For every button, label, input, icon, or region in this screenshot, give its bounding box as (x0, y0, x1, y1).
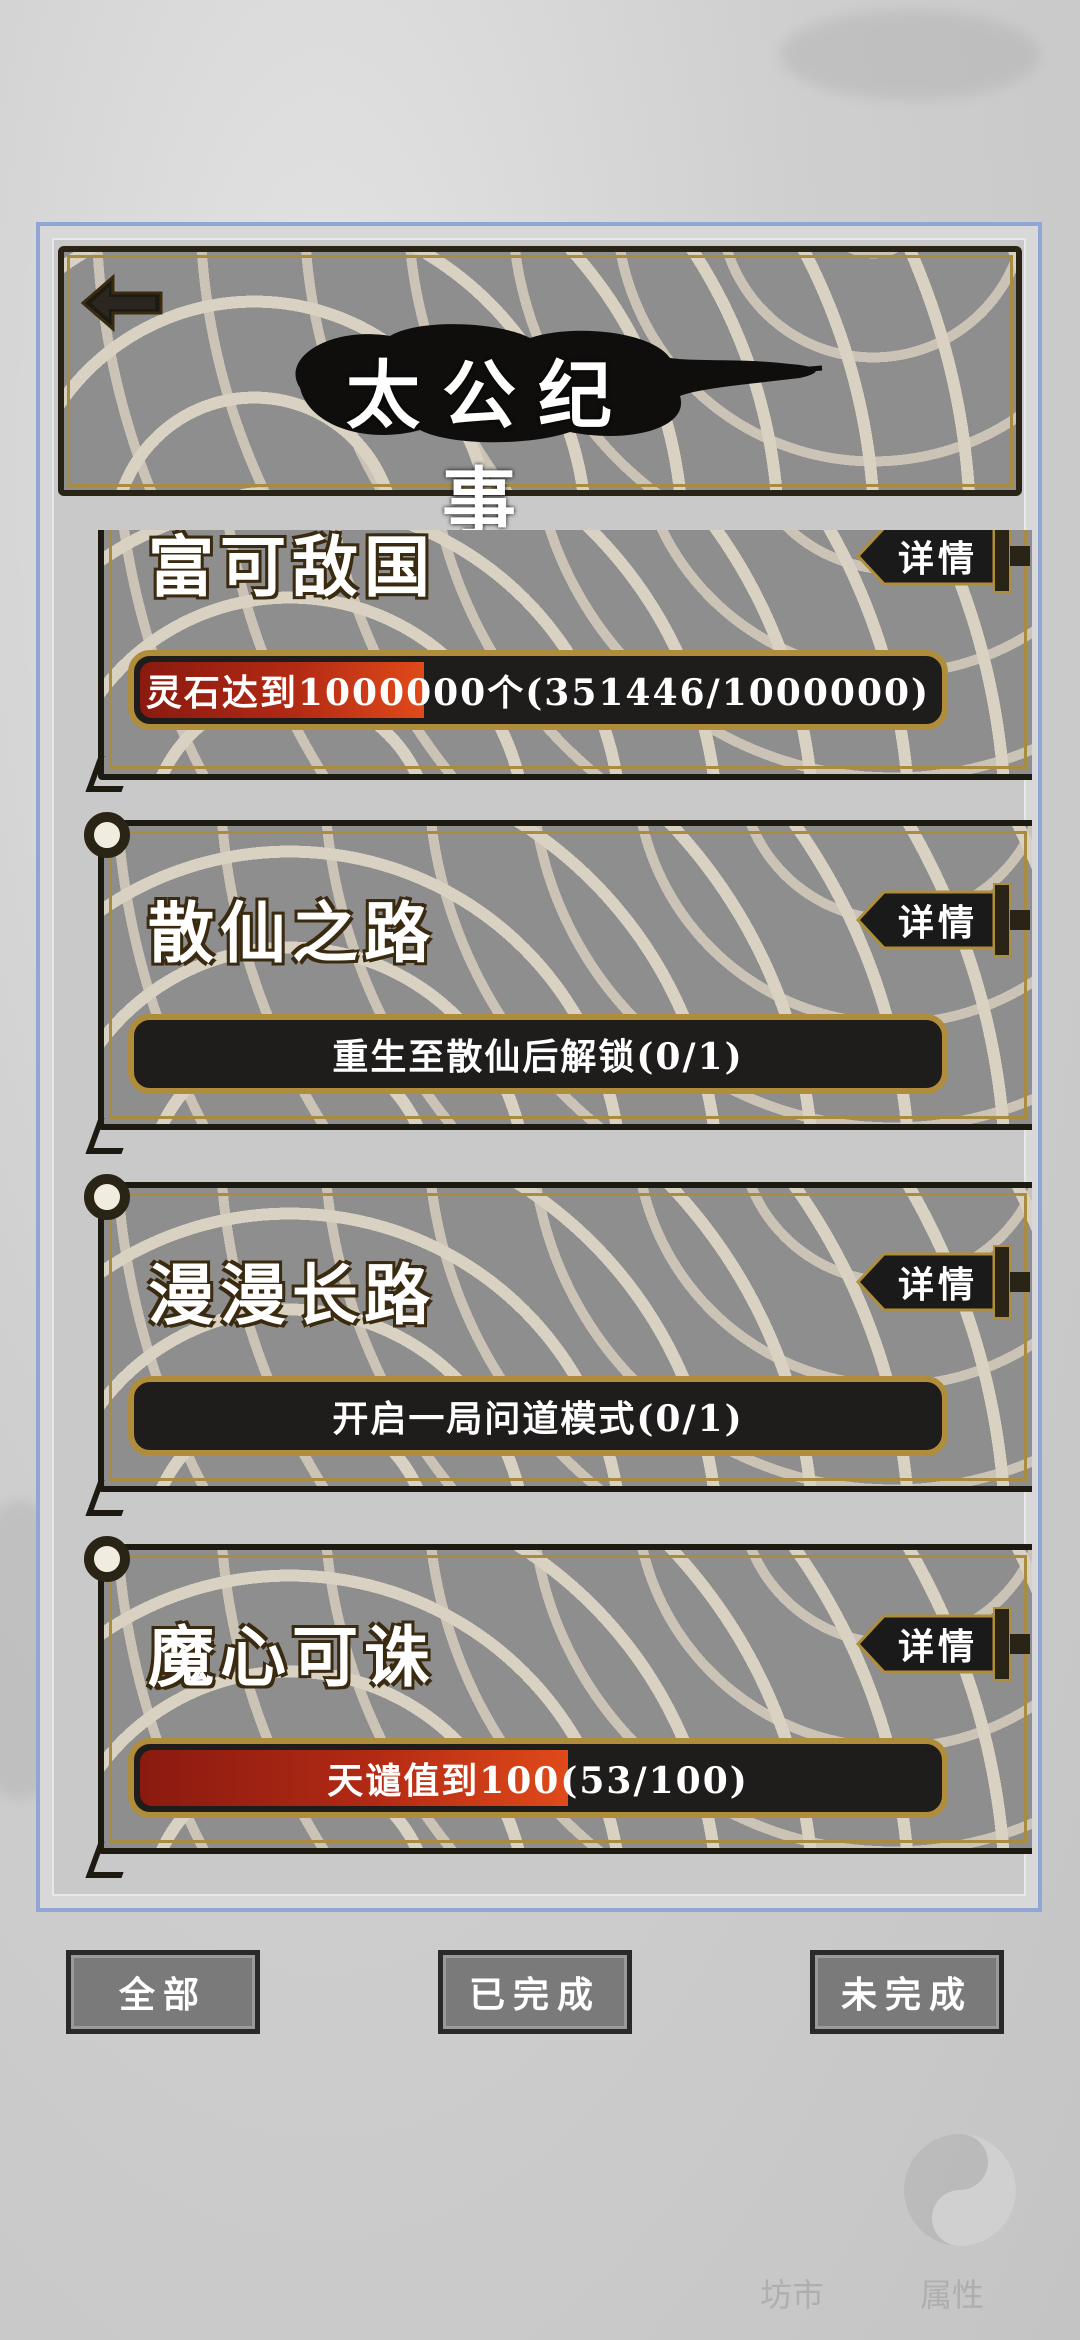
progress-bar: 天谴值到100(53/100) (128, 1738, 948, 1818)
page-title: 太公纪事 (346, 353, 634, 546)
filter-incomplete-button[interactable]: 未完成 (810, 1950, 1004, 2034)
progress-text: 天谴值到100(53/100) (327, 1760, 749, 1802)
nav-label-market: 坊市 (760, 2276, 825, 2314)
nav-label-attributes: 属性 (920, 2276, 985, 2314)
progress-bar: 开启一局问道模式(0/1) (128, 1376, 948, 1456)
background-nav-watermark: 坊市 属性 (500, 2090, 1060, 2330)
card-ring (84, 1174, 130, 1220)
progress-text: 开启一局问道模式(0/1) (332, 1398, 744, 1440)
achievement-title: 漫漫长路 (148, 1256, 436, 1334)
back-arrow-icon (80, 273, 163, 333)
title-ink-blot: 太公纪事 (270, 318, 830, 546)
achievement-list[interactable]: 富可敌国 详情 灵石达到1000000个(351446/1000000) 散仙之… (48, 530, 1032, 1892)
detail-label: 详情 (898, 1626, 979, 1668)
achievement-title: 魔心可诛 (148, 1618, 436, 1696)
back-button[interactable] (72, 268, 172, 338)
filter-completed-button[interactable]: 已完成 (438, 1950, 632, 2034)
progress-text: 重生至散仙后解锁(0/1) (332, 1036, 744, 1078)
detail-label: 详情 (898, 1264, 979, 1306)
yin-yang-icon (904, 2134, 1016, 2246)
detail-button[interactable]: 详情 (854, 1244, 1032, 1320)
background-ink-blot (780, 10, 1040, 100)
detail-label: 详情 (898, 538, 979, 580)
card-tail (85, 1480, 135, 1516)
detail-button[interactable]: 详情 (854, 882, 1032, 958)
progress-text: 灵石达到1000000个(351446/1000000) (145, 672, 931, 714)
filter-all-button[interactable]: 全部 (66, 1950, 260, 2034)
card-tail (85, 1842, 135, 1878)
progress-bar: 重生至散仙后解锁(0/1) (128, 1014, 948, 1094)
card-tail (85, 756, 135, 792)
detail-label: 详情 (898, 902, 979, 944)
card-ring (84, 1536, 130, 1582)
progress-bar: 灵石达到1000000个(351446/1000000) (128, 650, 948, 730)
card-tail (85, 1118, 135, 1154)
detail-button[interactable]: 详情 (854, 1606, 1032, 1682)
achievement-title: 富可敌国 (148, 530, 436, 606)
achievement-title: 散仙之路 (148, 894, 436, 972)
detail-button[interactable]: 详情 (854, 530, 1032, 594)
card-ring (84, 812, 130, 858)
